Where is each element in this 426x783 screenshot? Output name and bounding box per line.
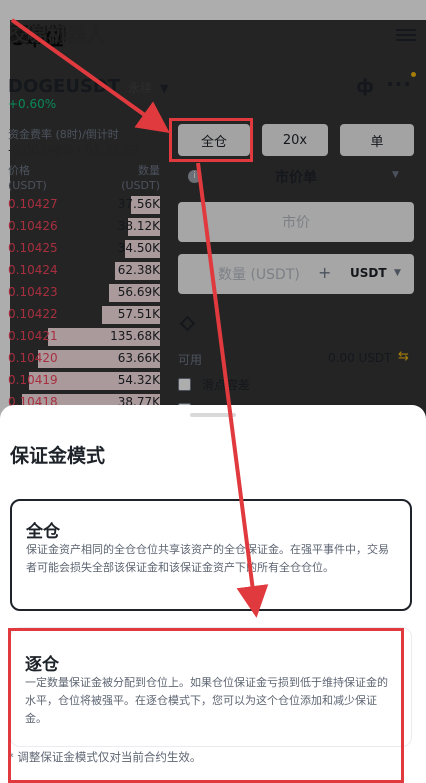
sheet-drag-handle[interactable] — [190, 413, 236, 417]
cross-margin-option[interactable]: 全仓 保证金资产相同的全仓仓位共享该资产的全仓保证金。在强平事件中，交易者可能会… — [10, 499, 412, 611]
cross-margin-desc: 保证金资产相同的全仓仓位共享该资产的全仓保证金。在强平事件中，交易者可能会损失全… — [26, 543, 389, 574]
highlight-box-isolated — [8, 628, 404, 783]
highlight-box-cross — [169, 118, 253, 162]
sheet-title: 保证金模式 — [10, 445, 106, 467]
cross-margin-title: 全仓 — [26, 522, 60, 542]
